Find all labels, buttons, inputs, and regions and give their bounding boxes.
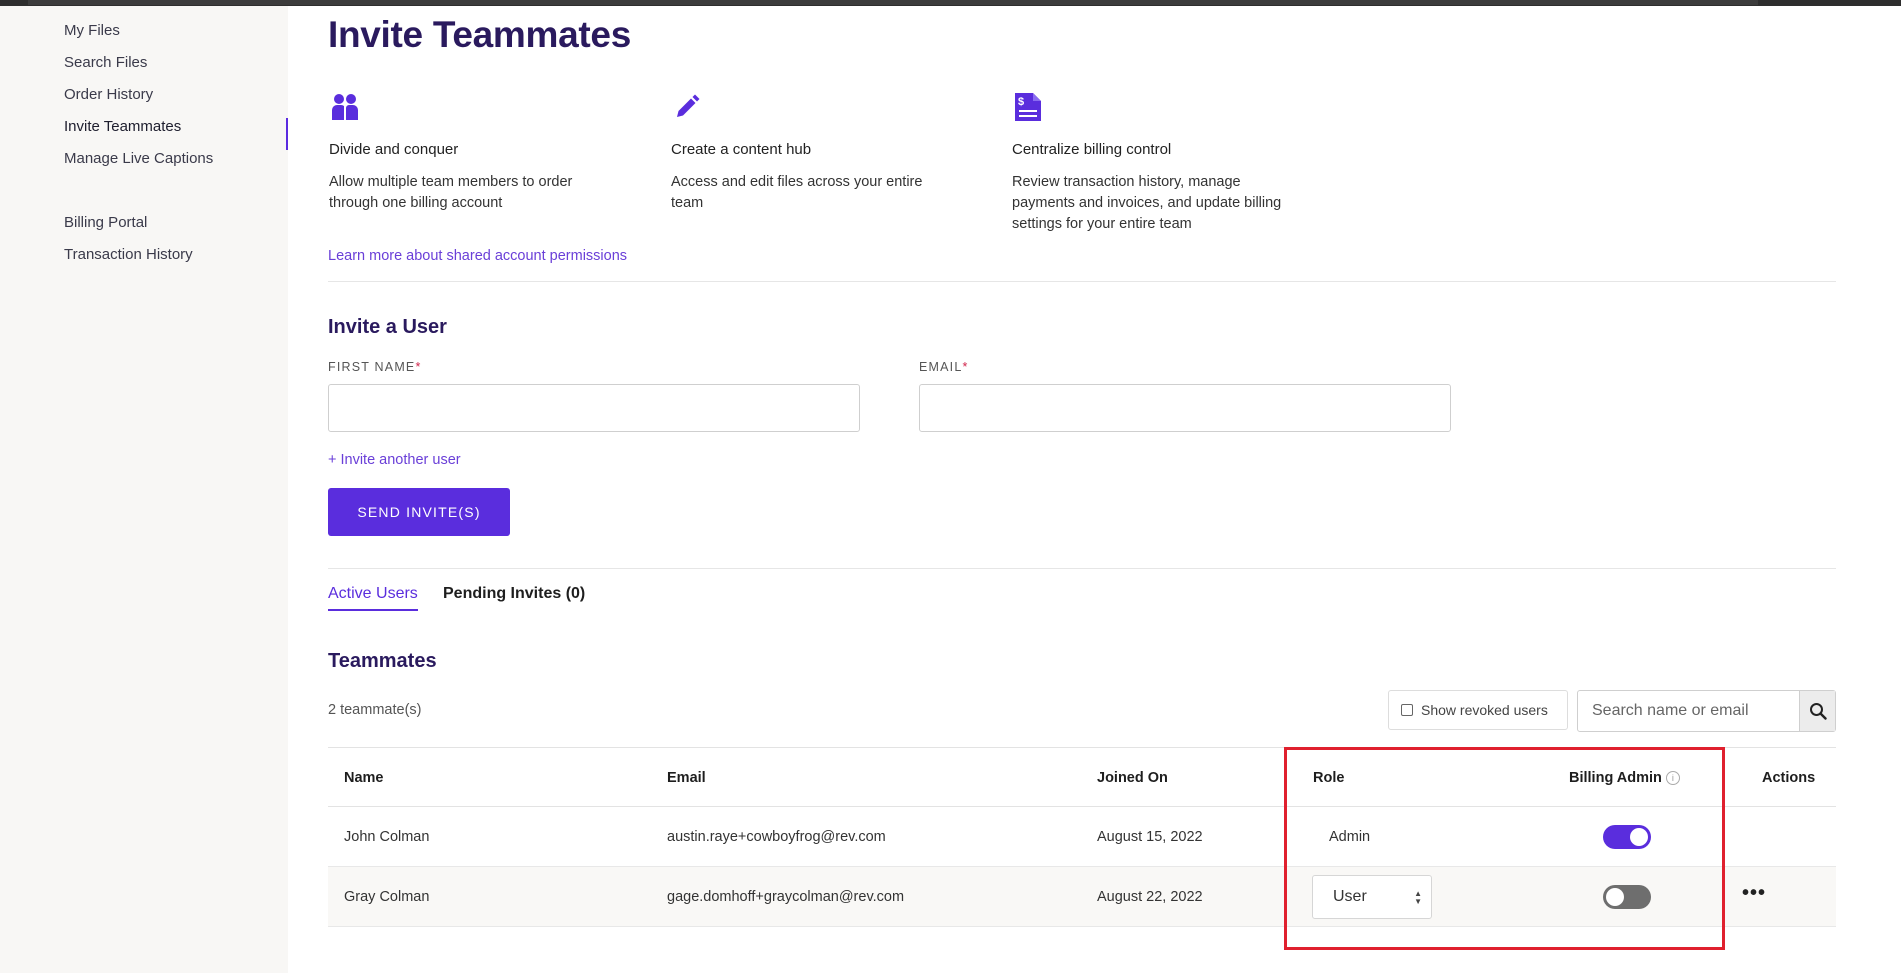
role-select-value: User: [1333, 888, 1367, 905]
sidebar-item-order-history[interactable]: Order History: [64, 86, 153, 103]
cell-role: Admin: [1329, 829, 1371, 845]
table-header: Name Email Joined On Role Billing Admin i…: [328, 747, 1836, 807]
feature-description: Access and edit files across your entire…: [671, 174, 923, 211]
teammate-search: [1577, 690, 1836, 732]
cell-name: Gray Colman: [344, 889, 430, 905]
tab-pending-invites[interactable]: Pending Invites (0): [443, 585, 585, 603]
learn-more-link[interactable]: Learn more about shared account permissi…: [328, 248, 627, 264]
table-row: John Colman austin.raye+cowboyfrog@rev.c…: [328, 807, 1836, 867]
invite-another-user-link[interactable]: + Invite another user: [328, 452, 461, 468]
cell-joined-on: August 22, 2022: [1097, 889, 1203, 905]
divider: [328, 568, 1836, 569]
show-revoked-label: Show revoked users: [1421, 702, 1548, 718]
column-header-name[interactable]: Name: [344, 770, 384, 786]
tab-active-users[interactable]: Active Users: [328, 585, 418, 611]
billing-document-icon: $: [1015, 93, 1041, 121]
required-marker: *: [415, 360, 422, 374]
invite-user-title: Invite a User: [328, 316, 447, 338]
column-header-actions: Actions: [1762, 770, 1816, 786]
teammates-table: Name Email Joined On Role Billing Admin i…: [328, 747, 1836, 927]
main-content: Invite Teammates Divide and conquer Allo…: [328, 0, 1838, 973]
cell-name: John Colman: [344, 829, 430, 845]
sidebar-item-invite-teammates[interactable]: Invite Teammates: [64, 118, 181, 135]
people-icon: [332, 94, 358, 120]
teammate-count: 2 teammate(s): [328, 702, 422, 718]
first-name-label: FIRST NAME*: [328, 360, 422, 374]
search-button[interactable]: [1799, 691, 1835, 731]
svg-text:$: $: [1018, 96, 1024, 108]
feature-title: Centralize billing control: [1012, 141, 1172, 158]
cell-email: austin.raye+cowboyfrog@rev.com: [667, 829, 886, 845]
column-header-role[interactable]: Role: [1313, 770, 1344, 786]
feature-description: Allow multiple team members to order thr…: [329, 174, 573, 211]
feature-billing-control: $ Centralize billing control Review tran…: [1012, 92, 1312, 235]
feature-title: Create a content hub: [671, 141, 812, 158]
feature-title: Divide and conquer: [329, 141, 459, 158]
divider: [328, 281, 1836, 282]
cell-joined-on: August 15, 2022: [1097, 829, 1203, 845]
sidebar-item-billing-portal[interactable]: Billing Portal: [64, 214, 147, 231]
billing-admin-toggle[interactable]: [1603, 825, 1651, 849]
required-marker: *: [962, 360, 969, 374]
more-actions-button[interactable]: •••: [1742, 883, 1766, 903]
sidebar-item-manage-live-captions[interactable]: Manage Live Captions: [64, 150, 213, 167]
search-icon: [1809, 703, 1827, 720]
search-input[interactable]: [1578, 691, 1799, 731]
sidebar-active-indicator: [286, 118, 288, 150]
cell-email: gage.domhoff+graycolman@rev.com: [667, 889, 905, 905]
sidebar: My Files Search Files Order History Invi…: [0, 6, 288, 973]
billing-admin-toggle[interactable]: [1603, 885, 1651, 909]
sidebar-item-search-files[interactable]: Search Files: [64, 54, 147, 71]
column-header-joined-on[interactable]: Joined On: [1097, 770, 1168, 786]
show-revoked-checkbox[interactable]: [1401, 704, 1413, 716]
role-select[interactable]: User ▲ ▼: [1312, 875, 1432, 919]
feature-content-hub: Create a content hub Access and edit fil…: [671, 92, 971, 214]
feature-divide-and-conquer: Divide and conquer Allow multiple team m…: [329, 92, 629, 214]
first-name-field[interactable]: [328, 384, 860, 432]
sidebar-item-transaction-history[interactable]: Transaction History: [64, 246, 193, 263]
page-title: Invite Teammates: [328, 14, 631, 55]
pencil-icon: [677, 94, 700, 117]
toggle-knob: [1606, 888, 1624, 906]
column-header-email[interactable]: Email: [667, 770, 706, 786]
sidebar-item-my-files[interactable]: My Files: [64, 22, 120, 39]
column-header-billing-admin: Billing Admin i: [1569, 770, 1680, 786]
info-icon[interactable]: i: [1665, 771, 1680, 785]
email-label: EMAIL*: [919, 360, 969, 374]
show-revoked-users-toggle[interactable]: Show revoked users: [1388, 690, 1568, 730]
email-field[interactable]: [919, 384, 1451, 432]
toggle-knob: [1630, 828, 1648, 846]
teammates-title: Teammates: [328, 650, 437, 672]
send-invites-button[interactable]: SEND INVITE(S): [328, 488, 510, 536]
select-arrows-icon: ▲ ▼: [1414, 889, 1422, 906]
feature-description: Review transaction history, manage payme…: [1012, 174, 1282, 232]
table-row: Gray Colman gage.domhoff+graycolman@rev.…: [328, 867, 1836, 927]
